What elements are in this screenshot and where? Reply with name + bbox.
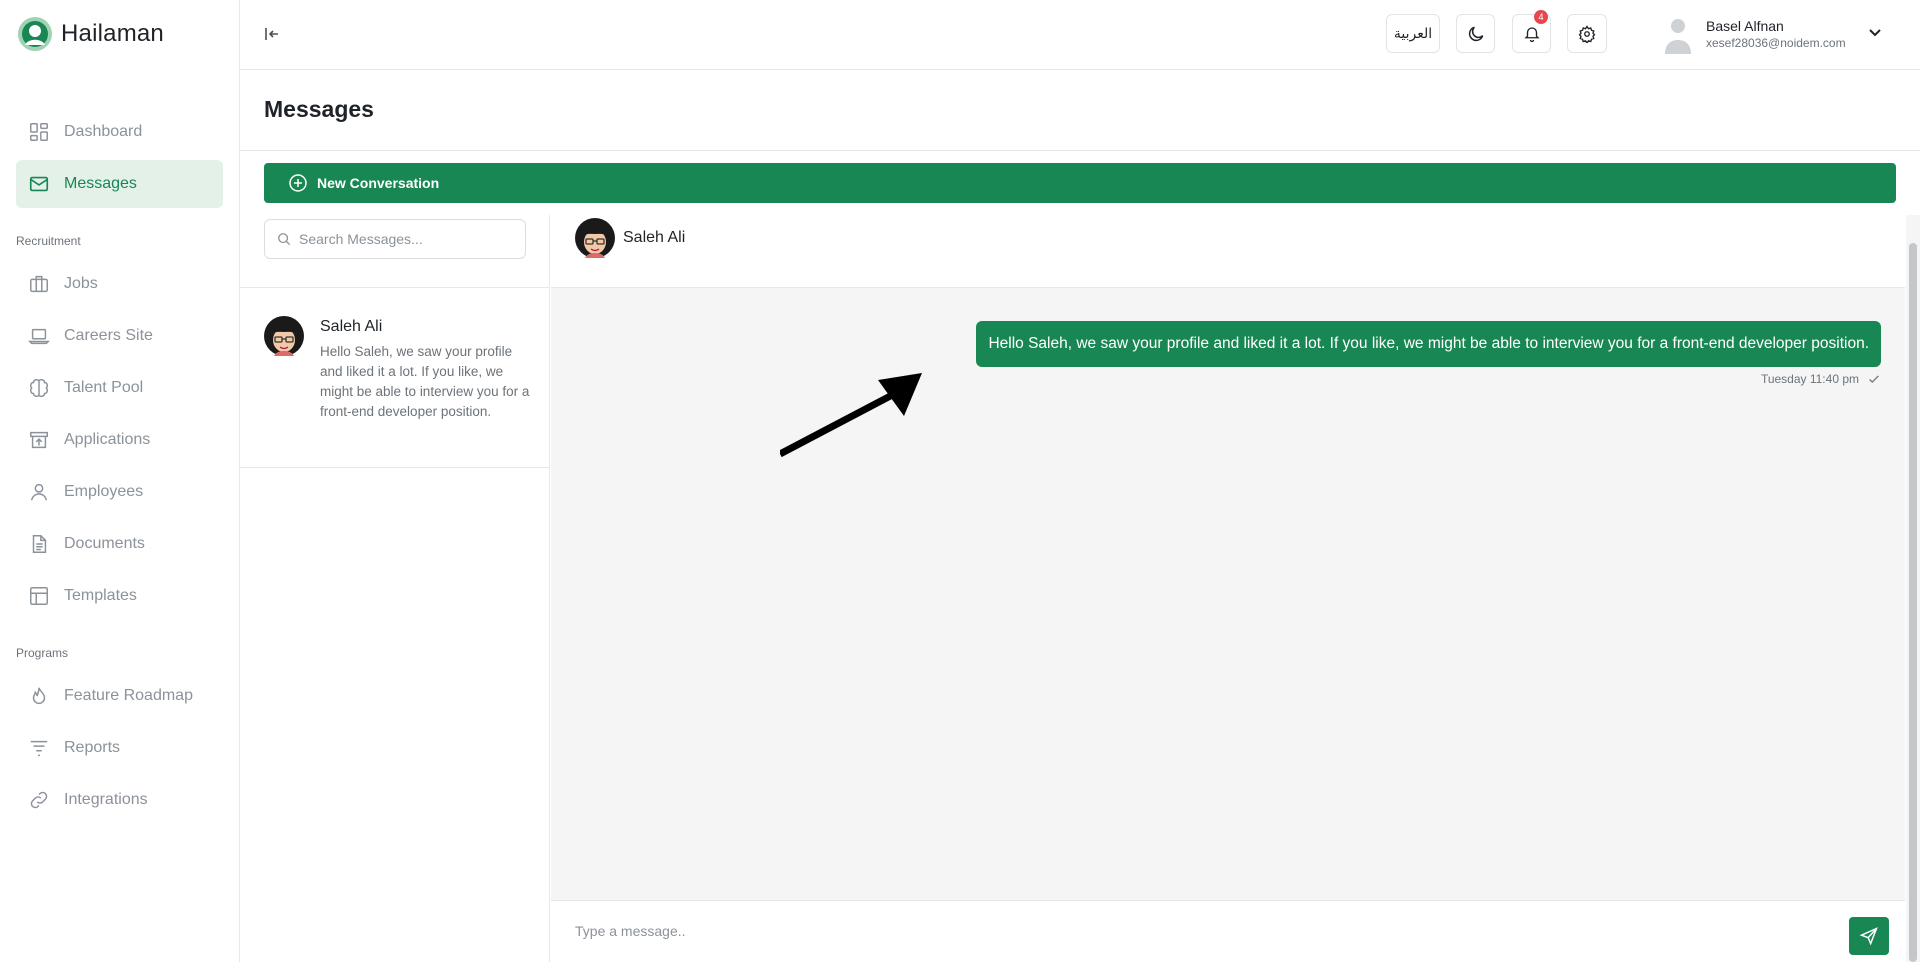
chat-header: Saleh Ali [551, 215, 1905, 288]
sidebar-item-reports[interactable]: Reports [16, 724, 223, 772]
sidebar-item-label: Feature Roadmap [64, 687, 193, 704]
logo-mark-icon [18, 17, 52, 51]
sidebar-item-employees[interactable]: Employees [16, 468, 223, 516]
bell-icon [1523, 26, 1540, 42]
sidebar-item-careers-site[interactable]: Careers Site [16, 312, 223, 360]
user-avatar-icon [1665, 19, 1691, 54]
message-time: Tuesday 11:40 pm [1760, 372, 1859, 386]
document-icon [32, 535, 47, 553]
sidebar-item-label: Applications [64, 431, 151, 448]
link-icon [30, 791, 48, 809]
check-icon [1869, 375, 1879, 383]
sidebar-item-documents[interactable]: Documents [16, 520, 223, 568]
laptop-icon [28, 328, 50, 345]
section-label-recruitment: Recruitment [16, 234, 81, 248]
search-icon [278, 233, 291, 246]
user-menu[interactable]: Basel Alfnan xesef28036@noidem.com [1660, 14, 1846, 54]
new-conversation-label: New Conversation [317, 175, 440, 191]
annotation-arrow-icon [780, 373, 922, 458]
dashboard-icon [30, 123, 48, 141]
send-icon [1859, 927, 1878, 946]
app-name: Hailaman [61, 20, 164, 47]
user-name: Basel Alfnan [1706, 18, 1784, 34]
send-button[interactable] [1849, 917, 1889, 955]
plus-circle-icon [289, 174, 307, 192]
message-input[interactable] [575, 919, 1775, 943]
sidebar-item-label: Documents [64, 535, 145, 552]
page-title: Messages [264, 96, 374, 122]
briefcase-icon [30, 275, 48, 293]
app-logo[interactable]: Hailaman [17, 16, 164, 52]
sidebar-item-label: Careers Site [64, 327, 153, 344]
brain-icon [29, 378, 49, 398]
sidebar: Hailaman Dashboard Messages Recruitment … [0, 0, 240, 962]
user-email: xesef28036@noidem.com [1706, 36, 1846, 50]
chat-messages: Hello Saleh, we saw your profile and lik… [551, 288, 1905, 900]
message-composer [551, 900, 1905, 962]
section-label-programs: Programs [16, 646, 69, 660]
gear-icon [1578, 24, 1596, 43]
sidebar-item-label: Messages [64, 175, 137, 192]
layout-icon [30, 587, 48, 605]
sidebar-item-label: Jobs [64, 275, 98, 292]
conversation-name: Saleh Ali [320, 318, 383, 335]
topbar: العربية 4 Basel Alfnan xesef28036@noidem… [240, 0, 1920, 70]
divider [240, 150, 1920, 151]
message-meta: Tuesday 11:40 pm [1761, 372, 1881, 386]
sidebar-item-jobs[interactable]: Jobs [16, 260, 223, 308]
settings-button[interactable] [1567, 14, 1607, 53]
collapse-sidebar-icon[interactable] [262, 24, 282, 44]
chat-contact-name: Saleh Ali [623, 229, 686, 246]
sidebar-item-templates[interactable]: Templates [16, 572, 223, 620]
flame-icon [32, 687, 46, 704]
inbox-upload-icon [30, 431, 48, 449]
divider [240, 467, 549, 468]
conversation-item[interactable]: Saleh Ali Hello Saleh, we saw your profi… [240, 288, 549, 468]
sidebar-item-talent-pool[interactable]: Talent Pool [16, 364, 223, 412]
sidebar-item-messages[interactable]: Messages [16, 160, 223, 208]
sidebar-item-label: Employees [64, 483, 144, 500]
search-input[interactable] [299, 231, 519, 247]
filter-icon [30, 740, 48, 757]
sidebar-item-label: Reports [64, 739, 121, 756]
notification-badge: 4 [1534, 10, 1548, 24]
chat-scrollbar[interactable] [1906, 215, 1920, 962]
sidebar-item-label: Templates [64, 587, 137, 604]
contact-avatar [575, 218, 615, 258]
search-box[interactable] [264, 219, 526, 259]
notifications-button[interactable]: 4 [1512, 10, 1551, 53]
sidebar-item-integrations[interactable]: Integrations [16, 776, 223, 824]
scrollbar-thumb[interactable] [1909, 243, 1917, 962]
moon-icon [1468, 26, 1483, 41]
user-icon [30, 483, 48, 501]
conversation-list: Saleh Ali Hello Saleh, we saw your profi… [240, 215, 550, 962]
sidebar-item-feature-roadmap[interactable]: Feature Roadmap [16, 672, 223, 720]
sidebar-item-label: Integrations [64, 791, 148, 808]
new-conversation-button[interactable]: New Conversation [264, 163, 1896, 203]
contact-avatar [264, 316, 304, 356]
conversation-preview: Hello Saleh, we saw your profile and lik… [320, 344, 530, 419]
dark-mode-button[interactable] [1456, 14, 1495, 53]
mail-icon [29, 176, 49, 192]
sidebar-item-applications[interactable]: Applications [16, 416, 223, 464]
language-button[interactable]: العربية [1386, 14, 1440, 53]
chevron-down-icon[interactable] [1865, 23, 1885, 43]
sidebar-item-dashboard[interactable]: Dashboard [16, 108, 223, 156]
message-bubble: Hello Saleh, we saw your profile and lik… [976, 321, 1881, 367]
sidebar-item-label: Dashboard [64, 123, 143, 140]
sidebar-item-label: Talent Pool [64, 379, 144, 396]
user-info: Basel Alfnan xesef28036@noidem.com [1706, 18, 1846, 50]
